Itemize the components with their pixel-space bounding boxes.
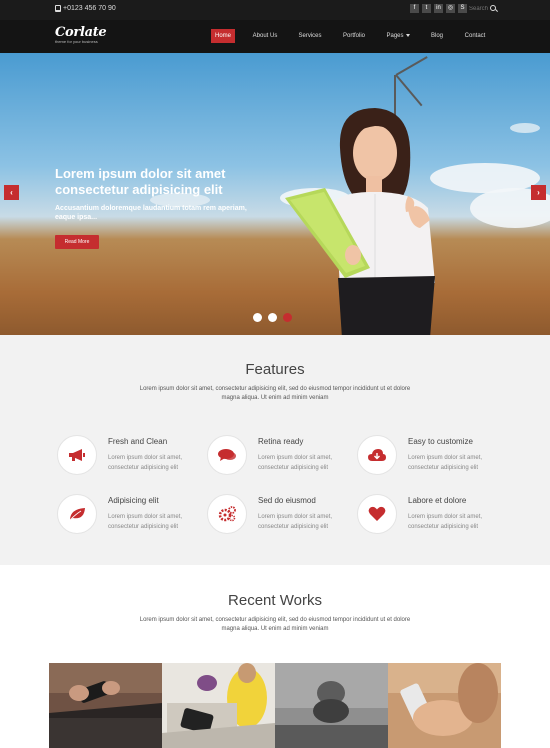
portfolio-thumb[interactable] xyxy=(162,663,275,748)
nav-portfolio[interactable]: Portfolio xyxy=(339,29,369,43)
features-section: Features Lorem ipsum dolor sit amet, con… xyxy=(0,335,550,565)
search-icon[interactable] xyxy=(490,5,496,11)
linkedin-icon[interactable]: in xyxy=(434,4,443,13)
feature-text: Lorem ipsum dolor sit amet, consectetur … xyxy=(108,455,183,471)
chevron-down-icon xyxy=(405,33,410,37)
hero-slider: Lorem ipsum dolor sit amet consectetur a… xyxy=(0,53,550,335)
feature-title: Adipisicing elit xyxy=(108,496,159,505)
twitter-icon[interactable]: t xyxy=(422,4,431,13)
navbar: Corlate theme for your business Home Abo… xyxy=(0,20,550,53)
hero-title: Lorem ipsum dolor sit amet consectetur a… xyxy=(55,166,226,197)
dribbble-icon[interactable]: ◎ xyxy=(446,4,455,13)
leaf-icon xyxy=(57,494,97,534)
feature-title: Retina ready xyxy=(258,437,304,446)
nav-contact[interactable]: Contact xyxy=(461,29,489,43)
slider-prev-button[interactable]: ‹ xyxy=(4,185,19,200)
top-bar: +0123 456 70 90 f t in ◎ S xyxy=(0,0,550,20)
portfolio-thumb[interactable] xyxy=(388,663,501,748)
skype-icon[interactable]: S xyxy=(458,4,467,13)
slider-next-button[interactable]: › xyxy=(531,185,546,200)
nav-services[interactable]: Services xyxy=(295,29,325,43)
main-menu: Home About Us Services Portfolio Pages B… xyxy=(0,29,550,43)
portfolio-thumb[interactable] xyxy=(49,663,162,748)
feature-text: Lorem ipsum dolor sit amet, consectetur … xyxy=(408,455,483,471)
feature-text: Lorem ipsum dolor sit amet, consectetur … xyxy=(108,514,183,530)
heart-icon xyxy=(357,494,397,534)
feature-title: Labore et dolore xyxy=(408,496,467,505)
slider-dot-2[interactable] xyxy=(268,313,277,322)
facebook-icon[interactable]: f xyxy=(410,4,419,13)
nav-pages[interactable]: Pages xyxy=(383,29,413,43)
phone-icon xyxy=(55,5,61,12)
feature-title: Easy to customize xyxy=(408,437,473,446)
slider-dot-1[interactable] xyxy=(253,313,262,322)
hero-subtitle: Accusantium doloremque laudantium totam … xyxy=(55,205,247,221)
works-title: Recent Works xyxy=(228,592,322,609)
phone-info: +0123 456 70 90 xyxy=(55,5,116,12)
feature-text: Lorem ipsum dolor sit amet, consectetur … xyxy=(258,455,333,471)
read-more-button[interactable]: Read More xyxy=(55,235,99,249)
cogs-icon xyxy=(207,494,247,534)
phone-number: +0123 456 70 90 xyxy=(63,5,116,12)
works-description: Lorem ipsum dolor sit amet, consectetur … xyxy=(139,617,411,632)
nav-blog[interactable]: Blog xyxy=(427,29,447,43)
feature-text: Lorem ipsum dolor sit amet, consectetur … xyxy=(258,514,333,530)
cloud-download-icon xyxy=(357,435,397,475)
features-title: Features xyxy=(245,361,305,378)
hero-woman-image xyxy=(285,108,435,335)
slider-dot-3[interactable] xyxy=(283,313,292,322)
turbine-blade xyxy=(395,56,428,76)
nav-home[interactable]: Home xyxy=(211,29,235,43)
bullhorn-icon xyxy=(57,435,97,475)
feature-title: Sed do eiusmod xyxy=(258,496,316,505)
portfolio-thumb[interactable] xyxy=(275,663,388,748)
turbine-blade xyxy=(395,74,423,107)
recent-works-section: Recent Works Lorem ipsum dolor sit amet,… xyxy=(0,565,550,748)
cloud-shape xyxy=(510,123,540,133)
feature-text: Lorem ipsum dolor sit amet, consectetur … xyxy=(408,514,483,530)
nav-pages-label: Pages xyxy=(386,33,404,39)
nav-about-us[interactable]: About Us xyxy=(249,29,281,43)
social-links: f t in ◎ S xyxy=(410,4,467,13)
comments-icon xyxy=(207,435,247,475)
features-description: Lorem ipsum dolor sit amet, consectetur … xyxy=(139,386,411,401)
feature-title: Fresh and Clean xyxy=(108,437,168,446)
